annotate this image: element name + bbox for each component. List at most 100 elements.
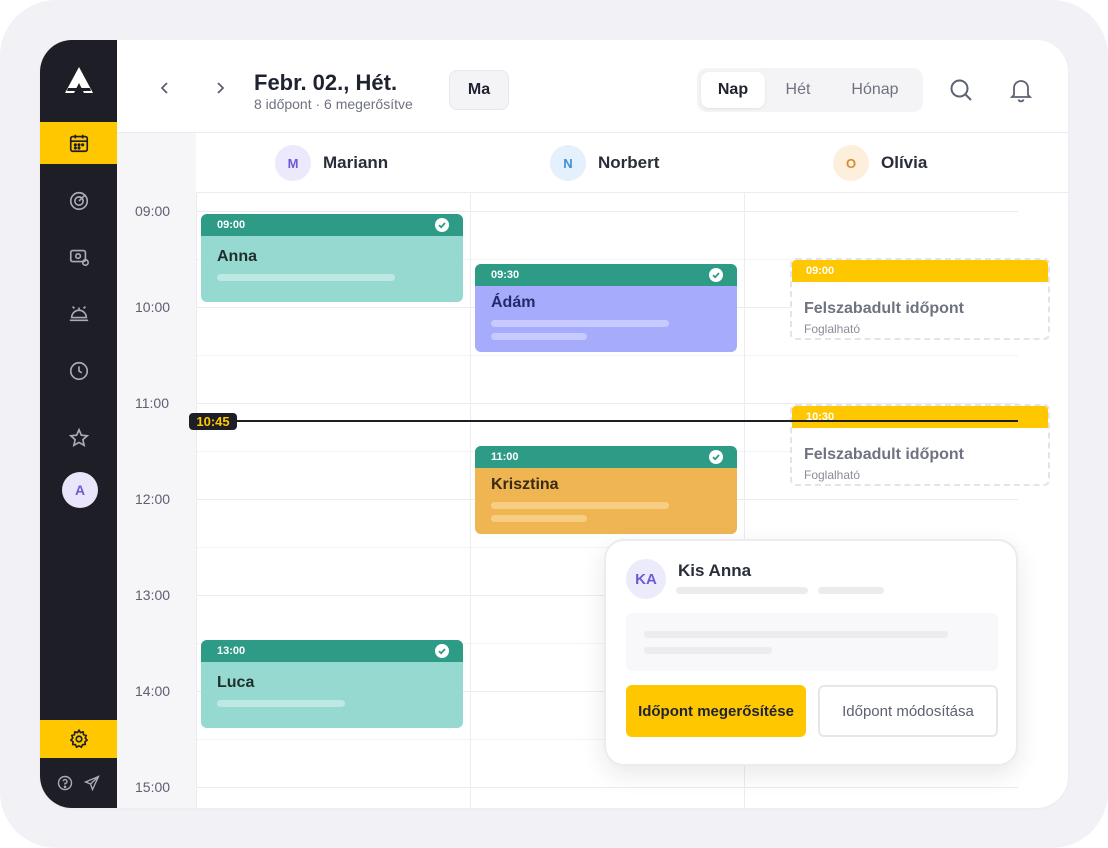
tab-month[interactable]: Hónap (831, 72, 919, 108)
sidebar-footer (40, 758, 117, 808)
appointment-card-anna[interactable]: 09:00 Anna (201, 214, 463, 302)
help-icon[interactable] (57, 775, 73, 791)
hour-line (196, 787, 1018, 788)
free-slot-status: Foglalható (804, 322, 861, 336)
placeholder-bar (491, 502, 669, 509)
sidebar-item-calendar[interactable] (40, 122, 117, 164)
time-label: 14:00 (135, 683, 171, 699)
confirmed-check-icon (709, 268, 723, 282)
time-label: 12:00 (135, 491, 171, 507)
staff-header-row: M Mariann N Norbert O Olívia (117, 133, 1068, 193)
sidebar-item-payment[interactable] (40, 236, 117, 278)
date-summary: 8 időpont · 6 megerősítve (254, 96, 413, 112)
staff-column-mariann[interactable]: M Mariann (275, 145, 388, 181)
client-name: Krisztina (491, 476, 559, 493)
note-box (626, 613, 998, 671)
tab-week[interactable]: Hét (765, 72, 831, 108)
appointment-header: 11:00 (475, 446, 737, 468)
staff-column-olivia[interactable]: O Olívia (833, 145, 927, 181)
confirmed-check-icon (435, 218, 449, 232)
client-name: Kis Anna (678, 561, 752, 580)
appointment-header: 13:00 (201, 640, 463, 662)
client-name: Anna (217, 248, 257, 265)
appointment-time: 09:30 (491, 269, 520, 281)
staff-name: Mariann (323, 153, 389, 172)
client-name: Ádám (491, 294, 536, 311)
free-slot-status: Foglalható (804, 468, 861, 482)
date-title: Febr. 02., Hét. (254, 70, 398, 95)
appointment-card-krisztina[interactable]: 11:00 Krisztina (475, 446, 737, 534)
star-icon (68, 427, 89, 447)
hour-line (196, 211, 1018, 212)
sidebar-item-settings[interactable] (40, 720, 117, 758)
free-slot-title: Felszabadult időpont (804, 446, 964, 463)
clock-icon (69, 361, 88, 381)
appointment-header: 09:30 (475, 264, 737, 286)
app-window: A Febr. 02., Hét. 8 időpont · 6 megerősí… (40, 40, 1068, 808)
confirm-appointment-button[interactable]: Időpont megerősítése (626, 685, 806, 737)
appointment-time: 11:00 (491, 451, 519, 463)
staff-avatar: O (833, 145, 869, 181)
half-hour-line (196, 355, 1018, 356)
placeholder-bar (491, 515, 587, 522)
placeholder-bar (491, 320, 669, 327)
placeholder-bar (491, 333, 587, 340)
sidebar-item-favorites[interactable] (40, 417, 117, 459)
appointment-time: 09:00 (217, 219, 246, 231)
current-time-line (233, 420, 1018, 422)
modify-appointment-button[interactable]: Időpont módosítása (818, 685, 998, 737)
search-icon[interactable] (948, 77, 974, 103)
sidebar-item-service[interactable] (40, 292, 117, 334)
appointment-detail-popup: KA Kis Anna Időpont megerősítése Időpont… (604, 539, 1018, 766)
previous-day-button[interactable] (155, 78, 175, 98)
today-button[interactable]: Ma (449, 70, 509, 110)
placeholder-bar (217, 274, 395, 281)
staff-avatar: M (275, 145, 311, 181)
placeholder-bar (644, 647, 772, 654)
appointment-header: 09:00 (201, 214, 463, 236)
tab-day[interactable]: Nap (701, 72, 765, 108)
send-icon[interactable] (83, 775, 100, 791)
placeholder-bar (818, 587, 884, 594)
current-time-badge: 10:45 (189, 413, 237, 430)
day-schedule-grid: 09:00 10:00 11:00 12:00 13:00 14:00 15:0… (117, 193, 1068, 808)
chevron-left-icon (160, 82, 168, 94)
placeholder-bar (217, 700, 345, 707)
column-divider (196, 193, 197, 808)
appointment-card-adam[interactable]: 09:30 Ádám (475, 264, 737, 352)
confirmed-check-icon (709, 450, 723, 464)
time-label: 10:00 (135, 299, 171, 315)
appointment-card-luca[interactable]: 13:00 Luca (201, 640, 463, 728)
appointment-time: 13:00 (217, 645, 246, 657)
user-avatar[interactable]: A (62, 472, 98, 508)
free-slot-time: 10:30 (792, 406, 1048, 428)
sidebar: A (40, 40, 117, 808)
client-avatar: KA (626, 559, 666, 599)
sidebar-item-target[interactable] (40, 180, 117, 222)
staff-name: Olívia (881, 153, 928, 172)
free-slot-time: 09:00 (792, 260, 1048, 282)
client-name: Luca (217, 674, 255, 691)
column-divider (470, 193, 471, 808)
time-label: 15:00 (135, 779, 171, 795)
chevron-right-icon (217, 82, 225, 94)
time-label: 13:00 (135, 587, 171, 603)
target-icon (69, 191, 88, 211)
next-day-button[interactable] (210, 78, 230, 98)
bell-icon[interactable] (1008, 77, 1034, 103)
time-label: 09:00 (135, 203, 171, 219)
logo-icon[interactable] (64, 66, 94, 94)
free-slot-card[interactable]: 10:30 Felszabadult időpont Foglalható (790, 404, 1050, 486)
staff-column-norbert[interactable]: N Norbert (550, 145, 659, 181)
gear-icon (69, 728, 88, 749)
calendar-icon (69, 134, 88, 153)
confirmed-check-icon (435, 644, 449, 658)
toolbar: Febr. 02., Hét. 8 időpont · 6 megerősítv… (117, 40, 1068, 133)
staff-avatar: N (550, 145, 586, 181)
device-frame: A Febr. 02., Hét. 8 időpont · 6 megerősí… (0, 0, 1108, 848)
free-slot-card[interactable]: 09:00 Felszabadult időpont Foglalható (790, 258, 1050, 340)
time-label: 11:00 (135, 395, 169, 411)
free-slot-title: Felszabadult időpont (804, 300, 964, 317)
sidebar-item-history[interactable] (40, 350, 117, 392)
time-gutter-header (117, 133, 196, 193)
